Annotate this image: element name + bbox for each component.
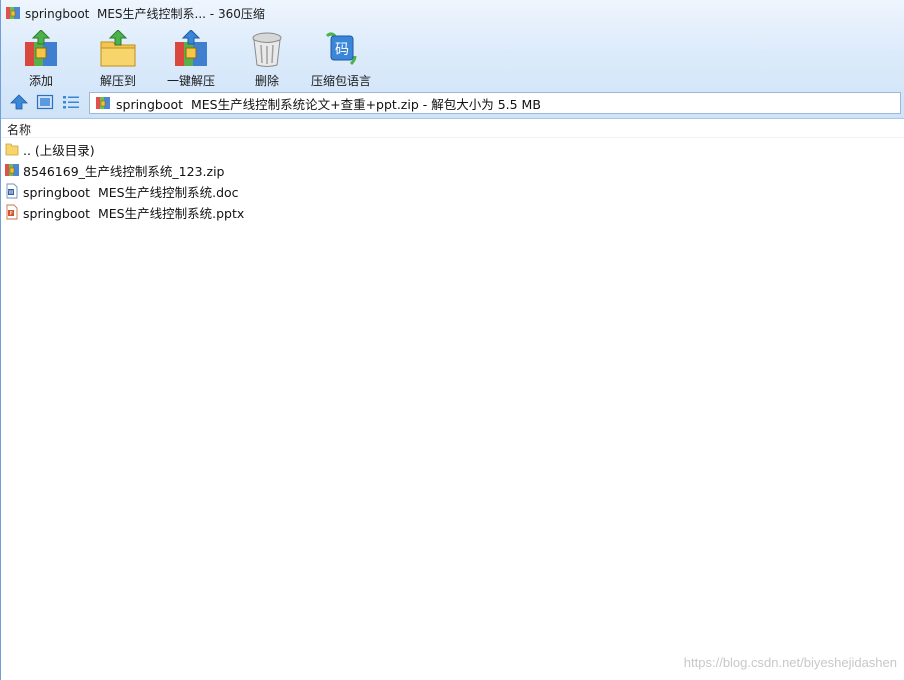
window-chrome: springboot MES生产线控制系... - 360压缩 添加 解压到 一… [1,0,904,119]
zip-archive-icon [5,164,19,176]
list-item-zip[interactable]: 8546169_生产线控制系统_123.zip [4,160,224,180]
file-list: 名称 .. (上级目录) 8546169_生产线控制系统_123.zip W s… [1,119,904,680]
encoding-glyph: 码 [335,42,349,58]
watermark: https://blog.csdn.net/biyeshejidashen [683,655,897,670]
list-item-parent-dir[interactable]: .. (上级目录) [4,139,95,159]
add-button[interactable]: 添加 [21,30,61,89]
delete-label: 删除 [254,74,279,88]
list-item-label: springboot MES生产线控制系统.doc [23,184,239,200]
up-level-button[interactable] [9,93,29,111]
list-view-icon [63,96,79,109]
address-path-text: springboot MES生产线控制系统论文+查重+ppt.zip - 解包大… [116,96,541,112]
archive-encoding-button[interactable]: 码 压缩包语言 [311,30,371,89]
one-click-extract-label: 一键解压 [167,74,216,88]
archive-encoding-icon: 码 [325,32,357,66]
large-icon-view-button[interactable] [35,93,55,111]
list-item-label: .. (上级目录) [23,142,95,158]
archive-encoding-label: 压缩包语言 [311,74,372,88]
path-address-field[interactable]: springboot MES生产线控制系统论文+查重+ppt.zip - 解包大… [89,92,901,114]
zip-archive-icon [96,97,110,109]
column-header-name[interactable]: 名称 [1,119,904,138]
list-item-pptx[interactable]: P springboot MES生产线控制系统.pptx [4,202,244,222]
archive-app-icon [6,7,20,19]
extract-to-label: 解压到 [99,74,136,88]
add-label: 添加 [28,74,53,88]
folder-icon [5,143,19,156]
svg-text:W: W [9,190,14,196]
delete-button[interactable]: 删除 [247,30,287,89]
large-icons-view-icon [36,94,54,110]
svg-text:P: P [9,211,12,217]
window-title: springboot MES生产线控制系... - 360压缩 [25,6,265,21]
one-click-extract-button[interactable]: 一键解压 [167,30,215,89]
word-document-icon: W [6,183,18,199]
up-arrow-icon [10,94,28,110]
list-item-label: 8546169_生产线控制系统_123.zip [23,163,225,179]
extract-to-button[interactable]: 解压到 [98,30,138,89]
add-archive-icon [25,30,57,66]
list-item-label: springboot MES生产线控制系统.pptx [23,205,245,221]
toolbar: 添加 解压到 一键解压 删除 码 压缩包语言 [1,26,904,88]
column-name-label: 名称 [7,123,32,137]
powerpoint-document-icon: P [6,204,18,220]
one-click-extract-icon [175,30,207,66]
address-bar: springboot MES生产线控制系统论文+查重+ppt.zip - 解包大… [1,89,904,117]
list-item-doc[interactable]: W springboot MES生产线控制系统.doc [4,181,239,201]
trash-can-icon [252,32,282,67]
extract-to-icon [100,30,136,67]
title-bar: springboot MES生产线控制系... - 360压缩 [1,0,904,26]
app-window: springboot MES生产线控制系... - 360压缩 添加 解压到 一… [0,0,904,680]
details-view-button[interactable] [61,93,81,111]
